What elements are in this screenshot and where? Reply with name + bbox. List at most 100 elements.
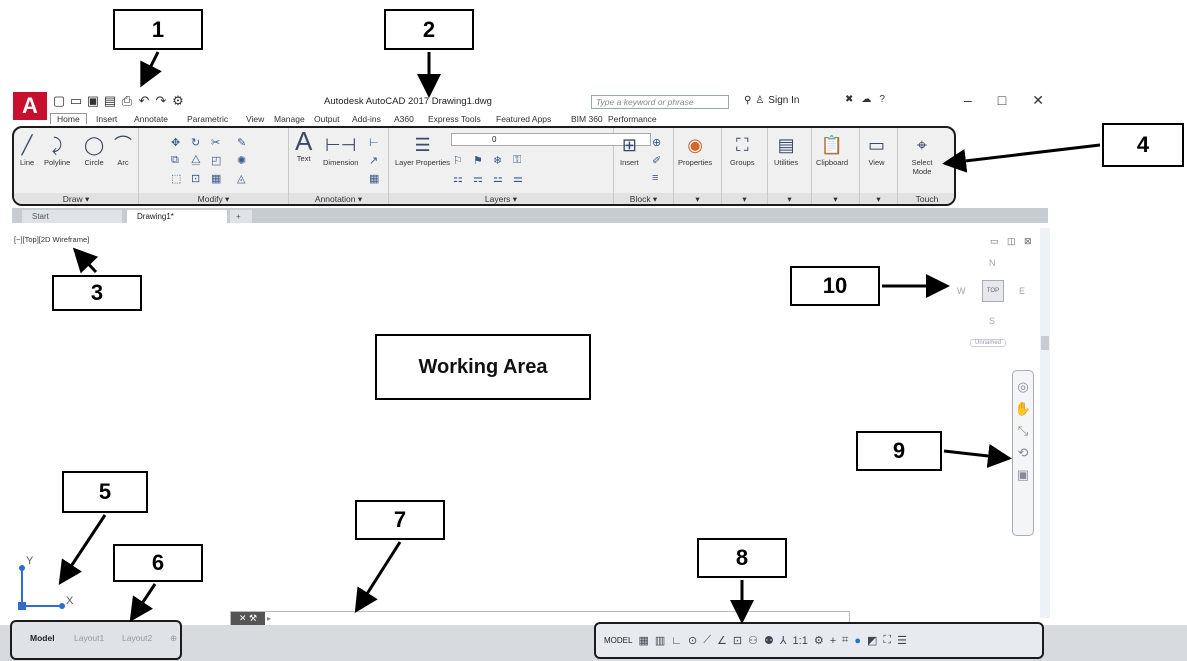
ortho-icon[interactable]: ∟ [671, 635, 682, 647]
layer-walk-icon[interactable]: ⚍ [493, 172, 503, 185]
scale-label[interactable]: 1:1 [793, 635, 808, 647]
add-layout-button[interactable]: ⊕ [170, 633, 177, 644]
move-icon[interactable]: ✥ [171, 136, 180, 149]
minimize-button[interactable]: – [964, 92, 972, 109]
tab-annotate[interactable]: Annotate [134, 114, 168, 124]
tab-a360[interactable]: A360 [394, 114, 414, 124]
save-icon[interactable]: ▣ [86, 93, 100, 109]
groups-tool[interactable]: ⛶ Groups [730, 134, 755, 167]
annotation-monitor-icon[interactable]: + [830, 635, 836, 647]
search-input[interactable]: Type a keyword or phrase [591, 95, 729, 109]
showmotion-icon[interactable]: ▣ [1017, 467, 1029, 483]
steering-wheel-icon[interactable]: ◎ [1017, 379, 1028, 395]
trim-icon[interactable]: ✂ [211, 136, 220, 149]
viewcube-north[interactable]: N [989, 258, 996, 268]
layers-panel-title[interactable]: Layers ▾ [389, 193, 613, 204]
snap-icon[interactable]: ▥ [655, 634, 665, 647]
offset-icon[interactable]: ◬ [237, 172, 245, 185]
utilities-panel-expand[interactable]: ▾ [768, 193, 811, 204]
attribute-icon[interactable]: ≡ [652, 172, 658, 184]
file-tab-drawing1[interactable]: Drawing1* [127, 210, 227, 223]
help-icon[interactable]: ? [879, 94, 885, 105]
table-icon[interactable]: ▦ [369, 172, 379, 185]
layer-properties-tool[interactable]: ☰ Layer Properties [395, 134, 450, 167]
select-mode-tool[interactable]: ⌖ Select Mode [906, 134, 938, 176]
object-snap-tracking-icon[interactable]: ∠ [717, 634, 727, 647]
rotate-icon[interactable]: ↻ [191, 136, 200, 149]
model-space-toggle[interactable]: MODEL [604, 636, 632, 645]
tab-performance[interactable]: Performance [608, 114, 657, 124]
viewcube-top-face[interactable]: TOP [982, 280, 1004, 302]
new-tab-button[interactable]: + [230, 210, 252, 223]
clipboard-panel-expand[interactable]: ▾ [812, 193, 859, 204]
tab-add-ins[interactable]: Add-ins [352, 114, 381, 124]
insert-tool[interactable]: ⊞ Insert [620, 134, 639, 167]
tab-parametric[interactable]: Parametric [187, 114, 228, 124]
tab-layout1[interactable]: Layout1 [74, 633, 104, 643]
isolate-objects-icon[interactable]: ● [854, 635, 861, 647]
exchange-icon[interactable]: ✖ [845, 94, 853, 105]
properties-tool[interactable]: ◉ Properties [678, 134, 712, 167]
leader-icon[interactable]: ↗ [369, 154, 378, 167]
tab-express-tools[interactable]: Express Tools [428, 114, 481, 124]
layer-merge-icon[interactable]: ⚌ [513, 172, 523, 185]
scrollbar-thumb[interactable] [1041, 336, 1049, 350]
sign-in-button[interactable]: ⚲ ♙ Sign In [744, 95, 799, 106]
tab-bim-360[interactable]: BIM 360 [571, 114, 603, 124]
fillet-icon[interactable]: ◰ [211, 154, 221, 167]
command-line-tools[interactable]: ✕ ⚒ [231, 612, 265, 625]
block-panel-title[interactable]: Block ▾ [614, 193, 673, 204]
isodraft-icon[interactable]: ⟋ [703, 634, 711, 647]
vertical-scrollbar[interactable] [1040, 228, 1050, 618]
layer-freeze-icon[interactable]: ❄ [493, 154, 502, 167]
maximize-button[interactable]: □ [998, 92, 1006, 109]
customization-icon[interactable]: ☰ [897, 634, 907, 647]
groups-panel-expand[interactable]: ▾ [722, 193, 767, 204]
zoom-icon[interactable]: ⤡ [1018, 423, 1028, 439]
object-snap-icon[interactable]: ⊡ [733, 634, 742, 647]
a360-icon[interactable]: ☁ [861, 94, 871, 105]
binoculars-icon[interactable]: ⚲ [744, 95, 751, 106]
properties-panel-expand[interactable]: ▾ [674, 193, 721, 204]
viewport-window-controls[interactable]: ▭ ◫ ⊠ [990, 236, 1035, 247]
orbit-icon[interactable]: ⟲ [1018, 445, 1029, 461]
tab-home[interactable]: Home [50, 113, 87, 124]
layer-isolate-icon[interactable]: ⚑ [473, 154, 483, 167]
polyline-tool[interactable]: ⤸ Polyline [44, 134, 70, 167]
array-icon[interactable]: ▦ [211, 172, 221, 185]
save-as-icon[interactable]: ▤ [103, 93, 117, 109]
clean-screen-icon[interactable]: ⛶ [883, 634, 891, 647]
linear-dim-icon[interactable]: ⊢ [369, 136, 379, 149]
edit-block-icon[interactable]: ✐ [652, 154, 661, 167]
ucs-menu[interactable]: Unnamed [970, 339, 1007, 347]
draw-panel-title[interactable]: Draw ▾ [14, 193, 138, 204]
close-button[interactable]: ✕ [1032, 92, 1044, 109]
plot-icon[interactable]: ⎙ [120, 93, 134, 109]
tab-model[interactable]: Model [30, 633, 55, 643]
undo-icon[interactable]: ↶ [137, 93, 151, 109]
layer-off-icon[interactable]: ⚐ [453, 154, 463, 167]
workspace-icon[interactable]: ⚙ [171, 93, 185, 109]
text-tool[interactable]: A Text [295, 128, 312, 163]
explode-icon[interactable]: ✺ [237, 154, 246, 167]
application-menu-button[interactable]: A [13, 92, 47, 120]
modify-panel-title[interactable]: Modify ▾ [139, 193, 288, 204]
viewcube-west[interactable]: W [957, 286, 966, 296]
tab-manage[interactable]: Manage [274, 114, 305, 124]
annotation-scale-icon[interactable]: ⅄ [780, 634, 787, 647]
annotation-visibility-icon[interactable]: ⚇ [748, 634, 758, 647]
stretch-icon[interactable]: ⬚ [171, 172, 181, 185]
redo-icon[interactable]: ↷ [154, 93, 168, 109]
units-icon[interactable]: ⌗ [842, 634, 848, 647]
polar-icon[interactable]: ⊙ [688, 634, 697, 647]
tab-featured-apps[interactable]: Featured Apps [496, 114, 551, 124]
circle-tool[interactable]: ◯ Circle [84, 134, 104, 167]
erase-icon[interactable]: ✎ [237, 136, 246, 149]
file-tab-start[interactable]: Start [22, 210, 122, 223]
dimension-tool[interactable]: ⊢⊣ Dimension [323, 134, 358, 167]
layer-previous-icon[interactable]: ⚎ [473, 172, 483, 185]
utilities-tool[interactable]: ▤ Utilities [774, 134, 798, 167]
create-block-icon[interactable]: ⊕ [652, 136, 661, 149]
line-tool[interactable]: ╱ Line [20, 134, 34, 167]
viewcube[interactable]: N S E W TOP [955, 254, 1030, 344]
